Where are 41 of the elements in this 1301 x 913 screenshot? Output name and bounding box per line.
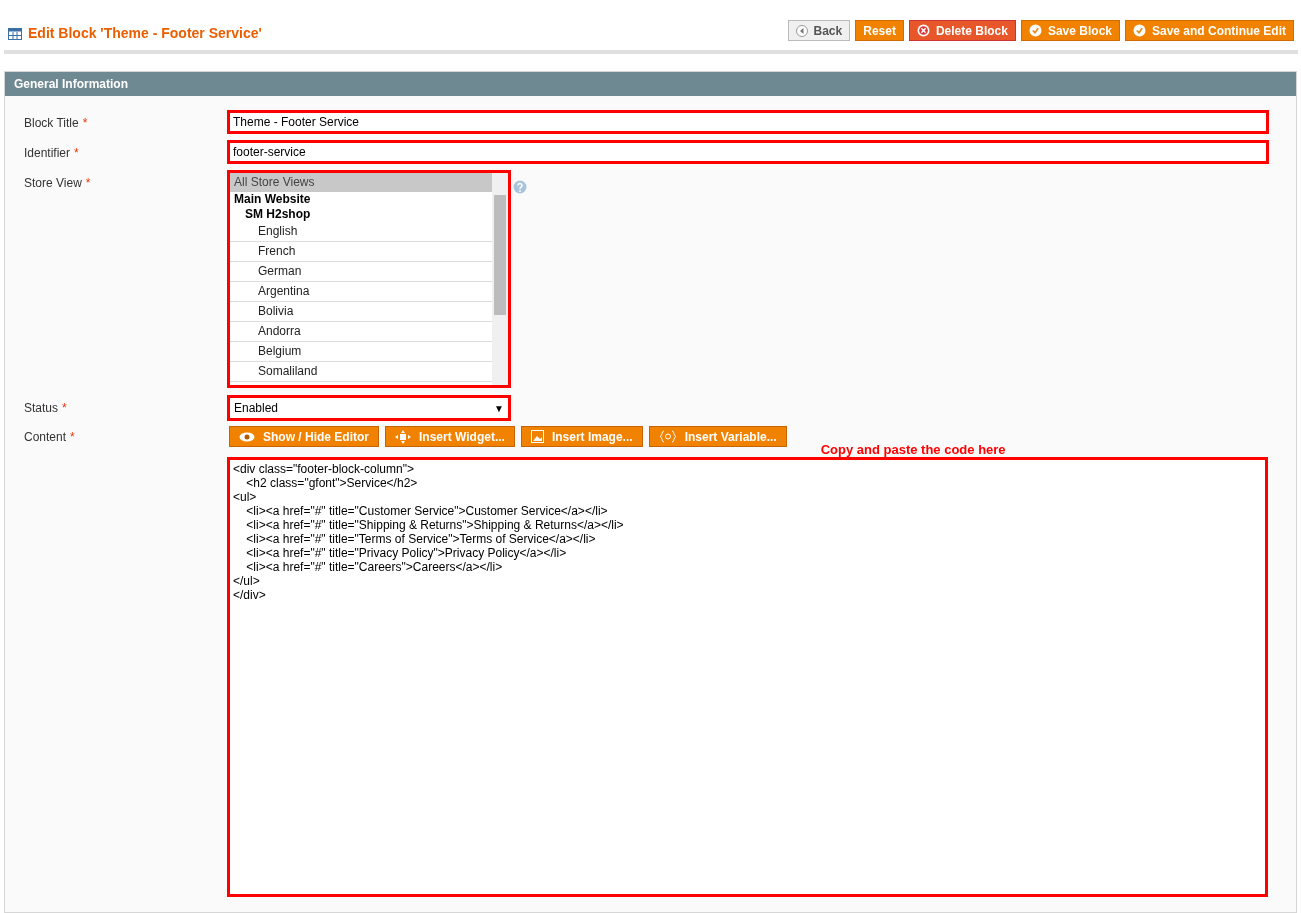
- eye-icon: [239, 431, 255, 442]
- checkmark-icon: [1133, 24, 1146, 37]
- store-view-option[interactable]: Belgium: [230, 342, 492, 362]
- move-arrows-icon: [395, 429, 411, 444]
- scrollbar[interactable]: [492, 173, 508, 385]
- text-input[interactable]: Theme - Footer Service: [229, 112, 1267, 132]
- grid-icon: [8, 27, 22, 40]
- cancel-icon: [916, 24, 930, 37]
- required-mark: *: [70, 429, 75, 446]
- action-button[interactable]: Back: [787, 20, 851, 41]
- status-select[interactable]: Enabled ▼: [229, 397, 509, 419]
- field-label: Status: [24, 400, 59, 417]
- field-label: Identifier: [24, 145, 71, 162]
- field-label: Store View: [24, 175, 82, 192]
- action-button[interactable]: Delete Block: [908, 20, 1016, 41]
- store-view-option[interactable]: Argentina: [230, 282, 492, 302]
- store-view-option[interactable]: Somaliland: [230, 362, 492, 382]
- picture-icon: [530, 430, 544, 443]
- text-input[interactable]: footer-service: [229, 142, 1267, 162]
- store-view-option[interactable]: German: [230, 262, 492, 282]
- store-view-option[interactable]: English: [230, 222, 492, 242]
- field-label: Block Title: [24, 115, 79, 132]
- required-mark: *: [85, 175, 91, 192]
- store-view-option[interactable]: French: [230, 242, 492, 262]
- field-label: Content: [24, 429, 67, 446]
- section-header: General Information: [5, 72, 1296, 96]
- required-mark: *: [82, 115, 88, 132]
- page-title: Edit Block 'Theme - Footer Service': [28, 24, 262, 43]
- checkmark-icon: [1028, 24, 1042, 37]
- annotation-text: Copy and paste the code here: [820, 443, 1006, 457]
- store-view-list[interactable]: All Store Views Main Website SM H2shop English French German Argentina Bolivia Andorra Belgium Somaliland: [229, 172, 509, 386]
- store-view-option[interactable]: Bolivia: [230, 302, 492, 322]
- store-view-option[interactable]: SM H2shop: [230, 207, 492, 222]
- required-mark: *: [74, 145, 79, 162]
- content-textarea[interactable]: <div class="footer-block-column"> <h2 class="gfont">Service</h2> <ul> <li><a href="#" title="Customer Service">Customer Service</a></li> <li><a href="#" title="Shipping & Returns">Shipping & Returns</a></li> <li><a href="#" title="Terms of Service">Terms of Service</a></li> <li><a href="#" title="Privacy Policy">Privacy Policy</a></li> <li><a href="#" title="Careers">Careers</a></li> </ul> </div>: [229, 459, 1266, 895]
- store-view-option[interactable]: Andorra: [230, 322, 492, 342]
- help-icon[interactable]: [513, 180, 527, 194]
- store-view-option[interactable]: All Store Views: [230, 173, 492, 192]
- required-mark: *: [62, 400, 67, 417]
- store-view-option[interactable]: Main Website: [230, 192, 492, 207]
- braces-icon: [658, 430, 677, 443]
